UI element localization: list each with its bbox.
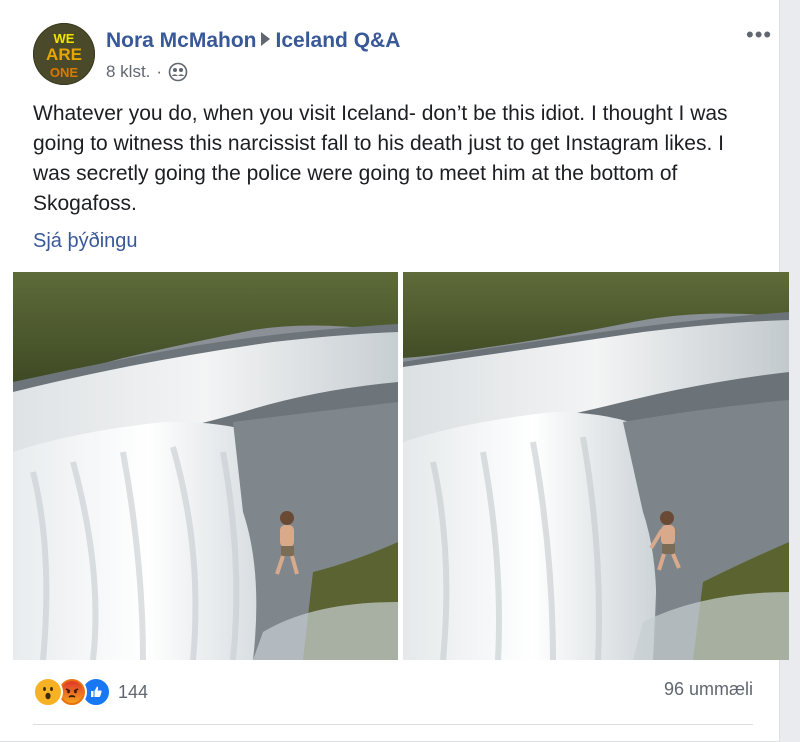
meta-separator: · <box>156 62 163 81</box>
arrow-right-icon <box>260 32 270 46</box>
see-translation-link[interactable]: Sjá þýðingu <box>33 230 138 253</box>
post-card: WE ARE ONE Nora McMahon Iceland Q&A 8 kls… <box>0 0 789 742</box>
wow-reaction-icon <box>33 677 63 707</box>
avatar-text-1: WE <box>54 31 75 46</box>
reaction-count[interactable]: 144 <box>118 682 148 703</box>
post-timestamp[interactable]: 8 klst. <box>106 62 150 82</box>
avatar-image: WE ARE ONE <box>33 23 95 85</box>
avatar-text-3: ONE <box>50 65 79 80</box>
author-name[interactable]: Nora McMahon <box>106 29 257 52</box>
post-photo-1[interactable] <box>13 272 398 660</box>
post-footer: 144 96 ummæli <box>0 660 780 742</box>
avatar[interactable]: WE ARE ONE <box>33 23 95 85</box>
avatar-text-2: ARE <box>46 45 82 64</box>
post-header: Nora McMahon Iceland Q&A <box>106 29 400 53</box>
divider <box>33 724 753 725</box>
ellipsis-icon[interactable]: ••• <box>746 24 772 46</box>
comments-count[interactable]: 96 ummæli <box>664 679 753 700</box>
post-text: Whatever you do, when you visit Iceland-… <box>33 102 728 215</box>
post-meta: 8 klst. · <box>106 62 188 82</box>
waterfall-photo <box>403 272 789 660</box>
group-name[interactable]: Iceland Q&A <box>276 29 401 52</box>
post-photo-2[interactable] <box>403 272 789 660</box>
group-icon[interactable] <box>168 62 188 82</box>
waterfall-photo <box>13 272 398 660</box>
reactions-summary[interactable]: 144 <box>33 677 148 707</box>
